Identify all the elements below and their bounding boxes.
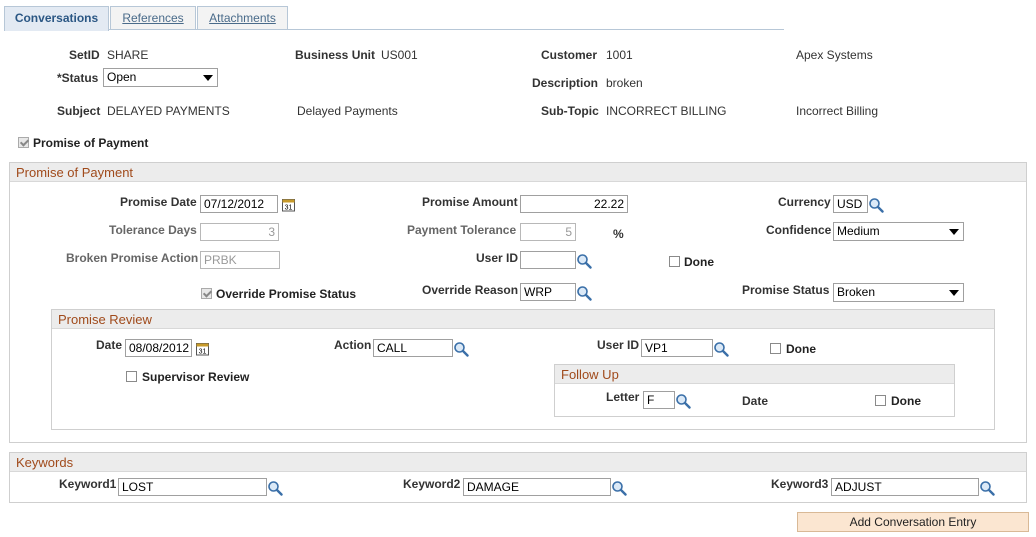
done-label: Done xyxy=(684,255,714,269)
supervisor-review-checkbox[interactable] xyxy=(126,371,137,382)
keyword1-label: Keyword1 xyxy=(59,477,117,491)
keyword2-input[interactable]: DAMAGE xyxy=(463,478,611,496)
subtopic-label: Sub-Topic xyxy=(541,104,599,118)
promise-amount-label: Promise Amount xyxy=(422,195,518,209)
keywords-title: Keywords xyxy=(10,453,1026,472)
search-icon[interactable] xyxy=(868,197,884,213)
search-icon[interactable] xyxy=(675,393,691,409)
calendar-icon[interactable] xyxy=(282,198,296,212)
promise-date-label: Promise Date xyxy=(120,195,197,209)
follow-up-done-checkbox[interactable] xyxy=(875,395,886,406)
follow-up-done-label: Done xyxy=(891,394,921,408)
keyword2-label: Keyword2 xyxy=(403,477,461,491)
follow-up-title: Follow Up xyxy=(555,365,954,384)
promise-status-select[interactable]: Broken xyxy=(833,283,964,302)
customer-name: Apex Systems xyxy=(796,48,873,62)
keyword3-label: Keyword3 xyxy=(771,477,829,491)
tab-references[interactable]: References xyxy=(110,6,196,29)
review-user-id-label: User ID xyxy=(597,338,640,352)
tab-attachments[interactable]: Attachments xyxy=(197,6,288,29)
status-label: *Status xyxy=(57,71,99,85)
override-reason-input[interactable]: WRP xyxy=(520,283,576,301)
calendar-icon[interactable] xyxy=(196,342,210,356)
currency-label: Currency xyxy=(778,195,831,209)
description-label: Description xyxy=(532,76,599,90)
search-icon[interactable] xyxy=(267,480,283,496)
broken-promise-action-input[interactable]: PRBK xyxy=(200,251,280,269)
subject-description: Delayed Payments xyxy=(297,104,398,118)
promise-date-input[interactable]: 07/12/2012 xyxy=(200,195,278,213)
search-icon[interactable] xyxy=(453,341,469,357)
review-done-label: Done xyxy=(786,342,816,356)
setid-label: SetID xyxy=(69,48,100,62)
customer-label: Customer xyxy=(541,48,598,62)
payment-tolerance-label: Payment Tolerance xyxy=(407,223,517,237)
promise-of-payment-checkbox[interactable] xyxy=(18,137,29,148)
search-icon[interactable] xyxy=(979,480,995,496)
promise-review-title: Promise Review xyxy=(52,310,994,329)
promise-of-payment-title: Promise of Payment xyxy=(10,163,1026,182)
broken-promise-action-label: Broken Promise Action xyxy=(66,251,199,265)
add-conversation-entry-button[interactable]: Add Conversation Entry xyxy=(797,512,1029,532)
subject-label: Subject xyxy=(57,104,101,118)
override-promise-status-label: Override Promise Status xyxy=(216,287,357,301)
subject-value: DELAYED PAYMENTS xyxy=(107,104,230,118)
business-unit-label: Business Unit xyxy=(295,48,376,62)
review-done-checkbox[interactable] xyxy=(770,343,781,354)
currency-input[interactable]: USD xyxy=(833,195,868,213)
search-icon[interactable] xyxy=(713,341,729,357)
status-select[interactable]: Open xyxy=(103,68,218,87)
user-id-label: User ID xyxy=(476,251,519,265)
tolerance-days-label: Tolerance Days xyxy=(109,223,197,237)
customer-value: 1001 xyxy=(606,48,633,62)
business-unit-value: US001 xyxy=(381,48,418,62)
review-date-label: Date xyxy=(96,338,123,352)
promise-amount-input[interactable]: 22.22 xyxy=(520,195,628,213)
supervisor-review-label: Supervisor Review xyxy=(142,370,250,384)
follow-up-date-label: Date xyxy=(742,394,769,408)
search-icon[interactable] xyxy=(576,253,592,269)
subtopic-description: Incorrect Billing xyxy=(796,104,879,118)
search-icon[interactable] xyxy=(611,480,627,496)
review-action-input[interactable]: CALL xyxy=(373,339,453,357)
chevron-down-icon xyxy=(203,75,213,81)
chevron-down-icon xyxy=(949,290,959,296)
description-value: broken xyxy=(606,76,643,90)
chevron-down-icon xyxy=(949,229,959,235)
tab-strip-line xyxy=(4,29,784,30)
search-icon[interactable] xyxy=(576,285,592,301)
tab-conversations[interactable]: Conversations xyxy=(4,6,109,31)
override-promise-status-checkbox[interactable] xyxy=(201,288,212,299)
promise-of-payment-checkbox-label: Promise of Payment xyxy=(33,136,149,150)
confidence-select[interactable]: Medium xyxy=(833,222,964,241)
tolerance-days-input[interactable]: 3 xyxy=(200,223,279,241)
setid-value: SHARE xyxy=(107,48,149,62)
override-reason-label: Override Reason xyxy=(422,283,519,297)
user-id-input[interactable] xyxy=(520,251,576,269)
subtopic-value: INCORRECT BILLING xyxy=(606,104,727,118)
keyword1-input[interactable]: LOST xyxy=(118,478,267,496)
review-date-input[interactable]: 08/08/2012 xyxy=(125,339,192,357)
confidence-label: Confidence xyxy=(766,223,832,237)
payment-tolerance-input[interactable]: 5 xyxy=(520,223,576,241)
letter-label: Letter xyxy=(606,390,640,404)
keyword3-input[interactable]: ADJUST xyxy=(831,478,979,496)
promise-status-label: Promise Status xyxy=(742,283,830,297)
done-checkbox[interactable] xyxy=(669,256,680,267)
review-action-label: Action xyxy=(334,338,372,352)
review-user-id-input[interactable]: VP1 xyxy=(641,339,713,357)
letter-input[interactable]: F xyxy=(643,391,675,409)
percent-sign: % xyxy=(613,227,624,241)
